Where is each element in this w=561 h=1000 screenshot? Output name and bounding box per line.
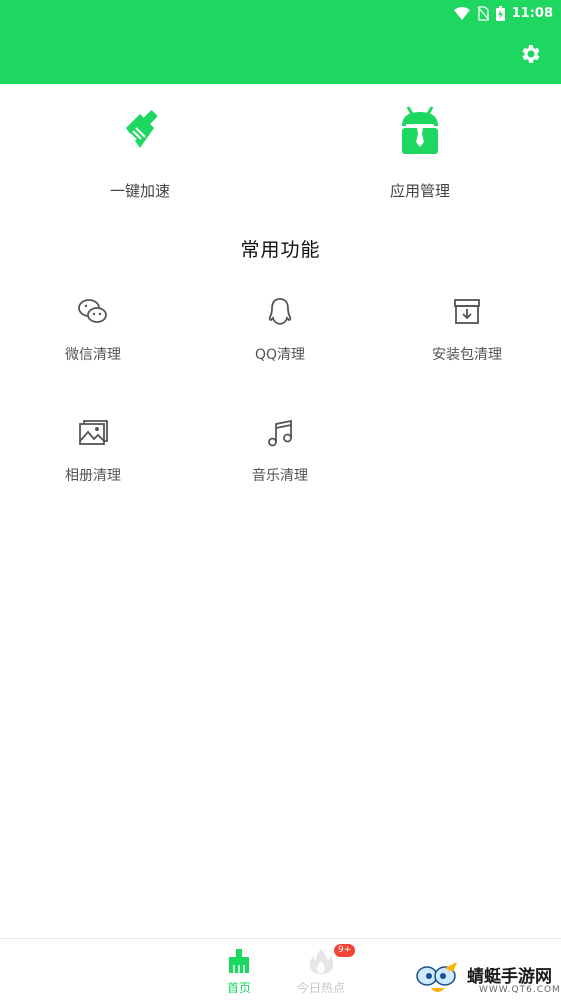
no-sim-icon: [477, 5, 489, 21]
photo-clean-button[interactable]: 相册清理: [13, 417, 173, 507]
package-clean-label: 安装包清理: [432, 347, 502, 363]
status-bar: 11:08: [453, 2, 553, 24]
section-title: 常用功能: [240, 239, 321, 261]
flame-icon: [309, 949, 334, 974]
status-time: 11:08: [511, 5, 553, 21]
broom-icon: [229, 949, 249, 973]
quick-boost-label: 一键加速: [109, 182, 170, 200]
package-clean-button[interactable]: 安装包清理: [387, 296, 547, 386]
wechat-clean-label: 微信清理: [65, 347, 121, 363]
music-clean-label: 音乐清理: [252, 468, 308, 484]
photo-clean-label: 相册清理: [65, 468, 121, 484]
music-icon: [268, 419, 292, 447]
wifi-icon: [453, 6, 470, 20]
watermark-url: WWW.QT6.COM: [479, 985, 561, 995]
dragonfly-logo: [416, 962, 457, 992]
wechat-clean-button[interactable]: 微信清理: [13, 296, 173, 386]
app-header: 11:08: [0, 0, 561, 84]
broom-icon: [126, 110, 158, 148]
tab-hot-news-label: 今日热点: [296, 981, 345, 995]
qq-icon: [268, 298, 292, 325]
qq-clean-button[interactable]: QQ清理: [200, 296, 360, 386]
photo-icon: [79, 420, 108, 445]
music-clean-button[interactable]: 音乐清理: [200, 417, 360, 507]
tab-home[interactable]: 首页: [199, 939, 279, 1000]
notification-badge: 9+: [334, 944, 356, 957]
watermark-text: 蜻蜓手游网: [467, 967, 552, 987]
quick-boost-button[interactable]: 一键加速: [40, 100, 240, 210]
site-watermark: 蜻蜓手游网 WWW.QT6.COM: [415, 958, 561, 999]
app-manager-label: 应用管理: [389, 182, 450, 200]
settings-button[interactable]: [519, 42, 543, 66]
app-manager-button[interactable]: 应用管理: [320, 100, 520, 210]
battery-charging-icon: [495, 5, 505, 21]
wechat-icon: [78, 299, 107, 323]
gear-icon: [522, 45, 540, 63]
qq-clean-label: QQ清理: [254, 347, 306, 363]
package-icon: [454, 299, 480, 324]
tab-home-label: 首页: [226, 981, 251, 995]
android-manager-icon: [402, 106, 438, 154]
tab-hot-news[interactable]: 9+ 今日热点: [281, 939, 361, 1000]
